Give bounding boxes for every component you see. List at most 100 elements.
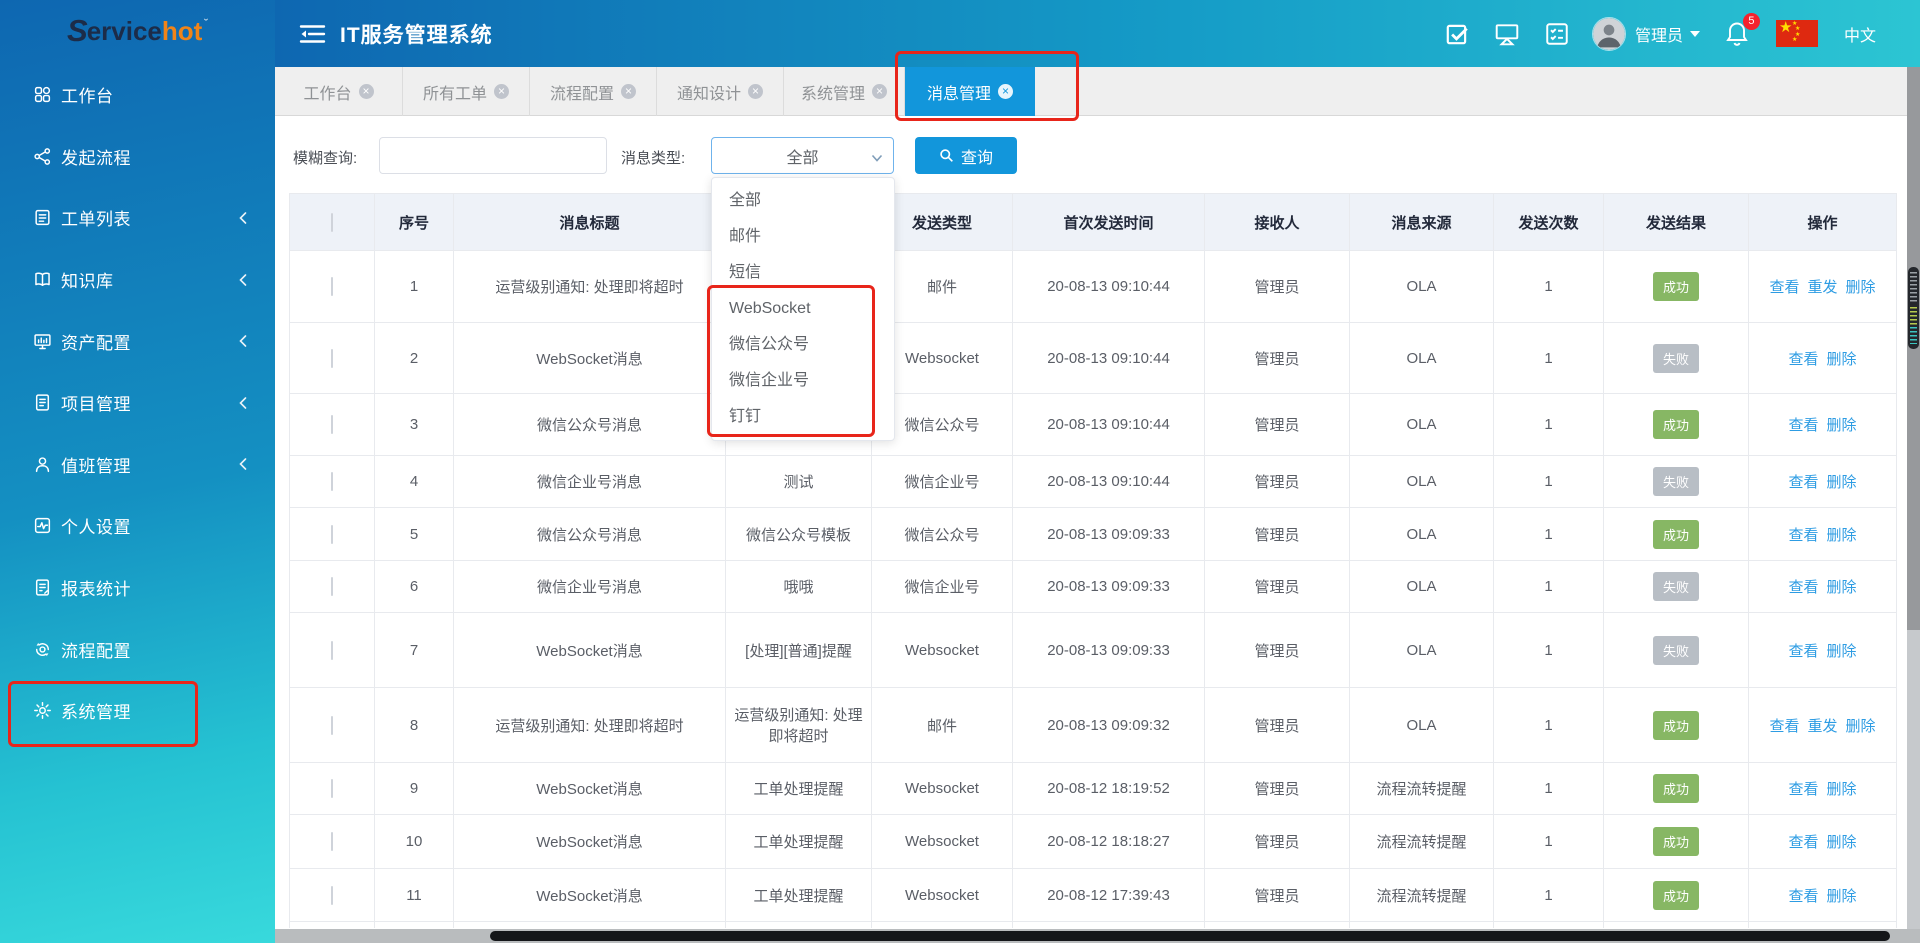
delete-link[interactable]: 删除: [1827, 643, 1857, 660]
tab-all-tickets[interactable]: 所有工单×: [403, 67, 530, 116]
row-checkbox[interactable]: [331, 577, 333, 596]
sidebar-item-personal-setting[interactable]: 个人设置: [0, 495, 275, 557]
task-check-icon[interactable]: [1444, 21, 1470, 47]
delete-link[interactable]: 删除: [1846, 279, 1876, 296]
delete-link[interactable]: 删除: [1827, 834, 1857, 851]
view-link[interactable]: 查看: [1788, 579, 1818, 596]
dropdown-option[interactable]: 邮件: [712, 219, 894, 255]
delete-link[interactable]: 删除: [1827, 781, 1857, 798]
send-result-cell: 成功: [1604, 251, 1749, 323]
view-link[interactable]: 查看: [1788, 527, 1818, 544]
row-checkbox[interactable]: [331, 832, 333, 851]
close-icon[interactable]: ×: [748, 84, 763, 99]
dropdown-option[interactable]: 微信企业号: [712, 363, 894, 399]
table-row: 8运营级别通知: 处理即将超时运营级别通知: 处理即将超时邮件20-08-13 …: [290, 688, 1897, 763]
chevron-left-icon: [239, 458, 247, 470]
delete-link[interactable]: 删除: [1827, 417, 1857, 434]
dropdown-option[interactable]: WebSocket: [712, 291, 894, 327]
message-title: WebSocket消息: [454, 815, 726, 869]
cn-flag-icon[interactable]: ★ ★ ★ ★ ★: [1776, 20, 1818, 47]
delete-link[interactable]: 删除: [1827, 527, 1857, 544]
chevron-down-icon[interactable]: [1690, 31, 1700, 37]
sidebar-item-start-process[interactable]: 发起流程: [0, 126, 275, 188]
sidebar-item-knowledge-base[interactable]: 知识库: [0, 249, 275, 311]
resend-link[interactable]: 重发: [1807, 279, 1837, 296]
receiver: 管理员: [1205, 688, 1350, 763]
message-content: 微信公众号模板: [726, 508, 872, 561]
resend-link[interactable]: 重发: [1807, 718, 1837, 735]
close-icon[interactable]: ×: [621, 84, 636, 99]
receiver: 管理员: [1205, 613, 1350, 688]
sidebar-item-label: 项目管理: [61, 390, 131, 415]
close-icon[interactable]: ×: [872, 84, 887, 99]
vertical-scrollbar-thumb[interactable]: [1908, 267, 1919, 349]
view-link[interactable]: 查看: [1788, 888, 1818, 905]
row-checkbox[interactable]: [331, 525, 333, 544]
sidebar-item-process-config[interactable]: 流程配置: [0, 618, 275, 680]
sidebar-item-system-mgmt[interactable]: 系统管理: [0, 680, 275, 742]
row-select-cell: [290, 613, 375, 688]
user-avatar[interactable]: [1592, 17, 1626, 51]
delete-link[interactable]: 删除: [1827, 474, 1857, 491]
delete-link[interactable]: 删除: [1827, 888, 1857, 905]
row-checkbox[interactable]: [331, 415, 333, 434]
user-name[interactable]: 管理员: [1635, 22, 1683, 46]
sidebar-item-workbench[interactable]: 工作台: [0, 64, 275, 126]
view-link[interactable]: 查看: [1769, 718, 1799, 735]
sidebar-item-project-mgmt[interactable]: 项目管理: [0, 372, 275, 434]
fuzzy-query-input[interactable]: [379, 137, 607, 174]
view-link[interactable]: 查看: [1788, 474, 1818, 491]
view-link[interactable]: 查看: [1788, 643, 1818, 660]
row-checkbox[interactable]: [331, 641, 333, 660]
todo-list-icon[interactable]: [1544, 21, 1570, 47]
language-switch[interactable]: 中文: [1844, 22, 1876, 46]
message-content: 运营级别通知: 处理即将超时: [726, 688, 872, 763]
view-link[interactable]: 查看: [1788, 351, 1818, 368]
select-all-checkbox[interactable]: [331, 213, 333, 232]
sidebar-item-label: 工作台: [61, 82, 114, 107]
view-link[interactable]: 查看: [1788, 417, 1818, 434]
close-icon[interactable]: ×: [998, 84, 1013, 99]
close-icon[interactable]: ×: [494, 84, 509, 99]
view-link[interactable]: 查看: [1769, 279, 1799, 296]
view-link[interactable]: 查看: [1788, 781, 1818, 798]
menu-fold-icon[interactable]: [299, 22, 326, 46]
dropdown-option[interactable]: 全部: [712, 183, 894, 219]
sidebar-item-report-stats[interactable]: 报表统计: [0, 557, 275, 619]
receiver: 管理员: [1205, 869, 1350, 922]
tab-workbench[interactable]: 工作台×: [275, 67, 403, 116]
notifications-bell[interactable]: 5: [1724, 20, 1750, 48]
search-button[interactable]: 查询: [915, 137, 1017, 174]
delete-link[interactable]: 删除: [1846, 718, 1876, 735]
dropdown-option[interactable]: 钉钉: [712, 399, 894, 435]
horizontal-scrollbar-thumb[interactable]: [490, 931, 1890, 941]
row-checkbox[interactable]: [331, 779, 333, 798]
delete-link[interactable]: 删除: [1827, 579, 1857, 596]
view-link[interactable]: 查看: [1788, 834, 1818, 851]
screen-share-icon[interactable]: [1494, 21, 1520, 47]
delete-link[interactable]: 删除: [1827, 351, 1857, 368]
tab-system-mgmt[interactable]: 系统管理×: [784, 67, 905, 116]
message-type-select[interactable]: 全部: [711, 137, 894, 174]
vertical-scrollbar-track-lower[interactable]: [1907, 630, 1920, 943]
sidebar-item-duty-mgmt[interactable]: 值班管理: [0, 434, 275, 496]
row-checkbox[interactable]: [331, 716, 333, 735]
tab-message-mgmt[interactable]: 消息管理×: [905, 67, 1035, 116]
row-index: 10: [375, 815, 454, 869]
dropdown-option[interactable]: 短信: [712, 255, 894, 291]
send-type: Websocket: [872, 763, 1013, 815]
tab-process-config[interactable]: 流程配置×: [530, 67, 657, 116]
column-header: 首次发送时间: [1013, 194, 1205, 251]
tab-notify-design[interactable]: 通知设计×: [657, 67, 784, 116]
close-icon[interactable]: ×: [359, 84, 374, 99]
row-checkbox[interactable]: [331, 886, 333, 905]
sidebar-item-asset-config[interactable]: 资产配置: [0, 310, 275, 372]
row-checkbox[interactable]: [331, 277, 333, 296]
messages-table: 序号消息标题发送类型首次发送时间接收人消息来源发送次数发送结果操作 1运营级别通…: [289, 193, 1897, 928]
row-checkbox[interactable]: [331, 349, 333, 368]
row-checkbox[interactable]: [331, 472, 333, 491]
sidebar-item-ticket-list[interactable]: 工单列表: [0, 187, 275, 249]
dropdown-option[interactable]: 微信公众号: [712, 327, 894, 363]
header-select-all: [290, 194, 375, 251]
message-title: 微信企业号消息: [454, 456, 726, 508]
